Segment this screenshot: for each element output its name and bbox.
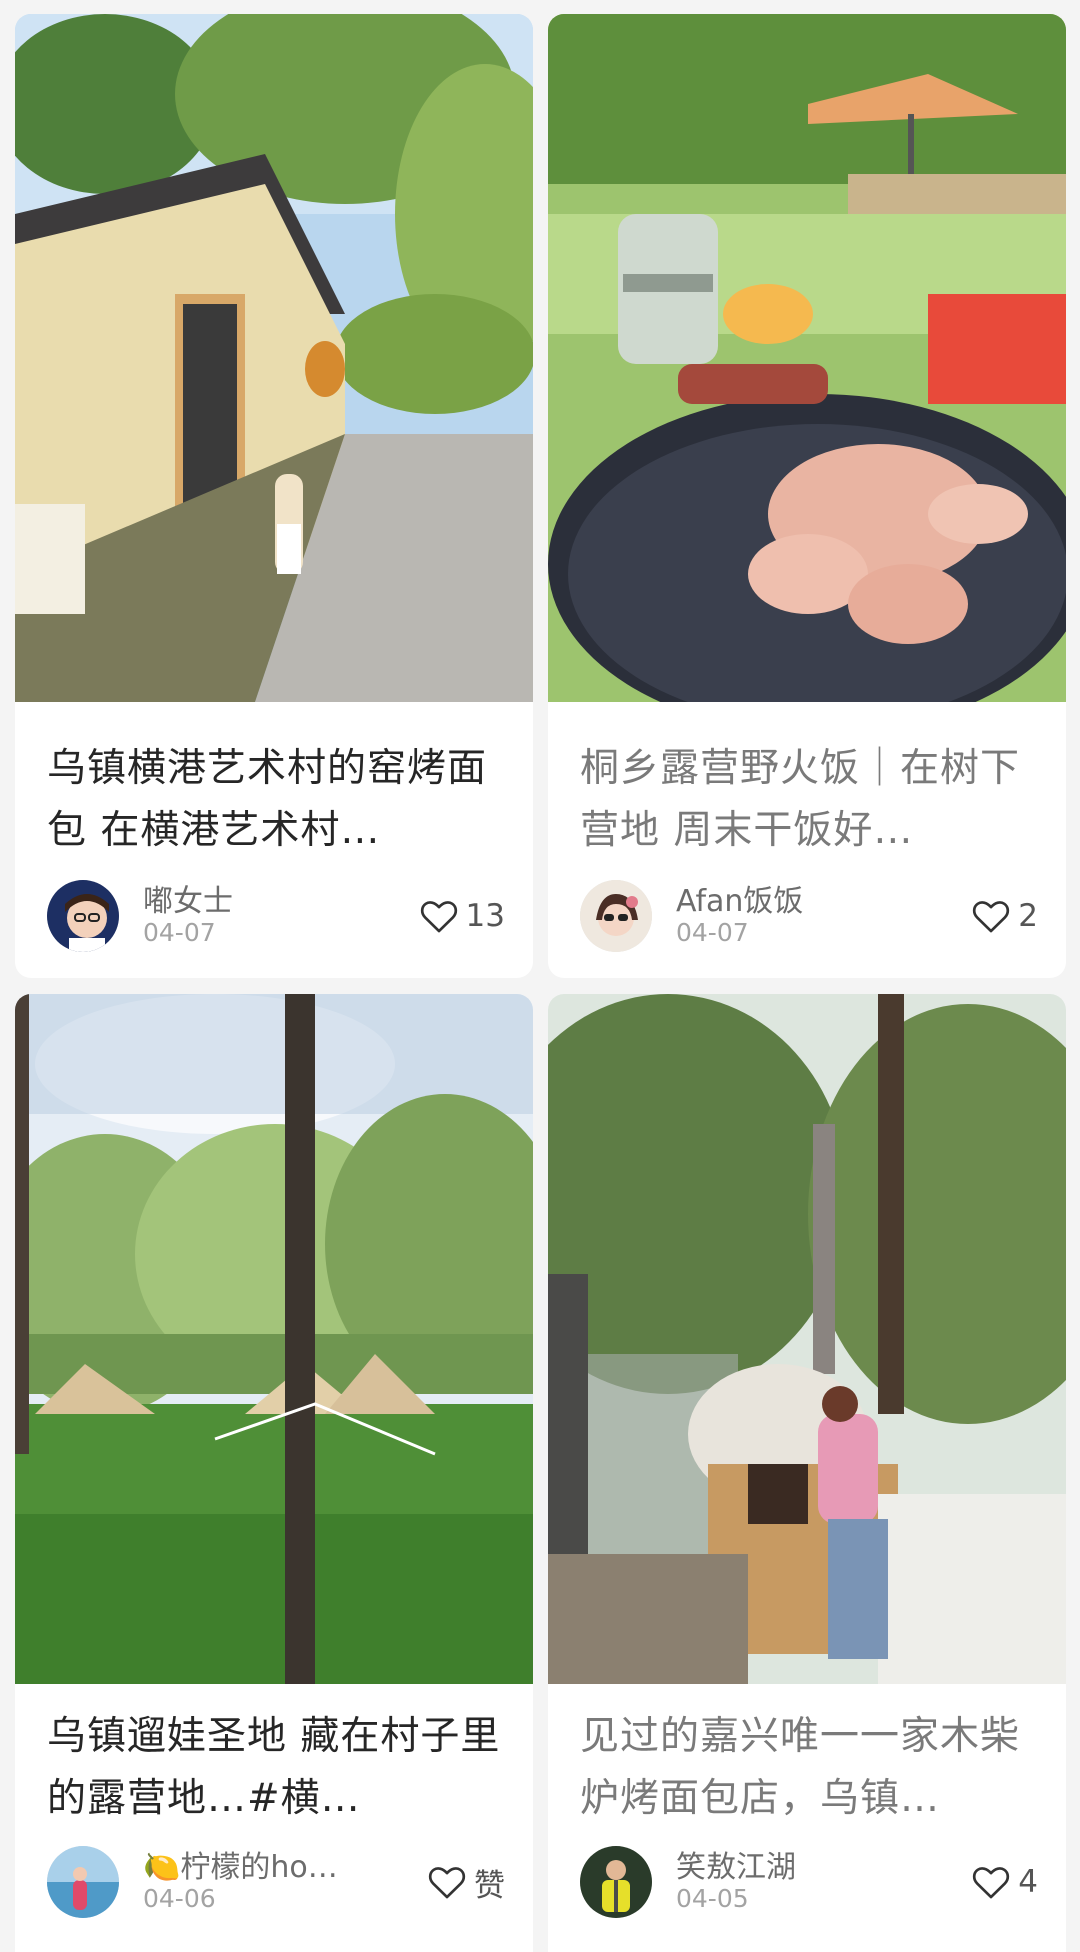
- author-row[interactable]: 嘟女士 04-07 13: [47, 876, 505, 954]
- note-card[interactable]: 见过的嘉兴唯一一家木柴炉烤面包店，乌镇… 笑敖江湖 04-05 4: [548, 994, 1066, 1952]
- post-date: 04-07: [143, 918, 216, 947]
- heart-outline-icon: [420, 898, 458, 934]
- note-feed: 乌镇横港艺术村的窑烤面包 在横港艺术村… 嘟女士 04-07 13 桐乡露营野火…: [0, 0, 1080, 1952]
- like-count: 4: [1018, 1864, 1038, 1900]
- note-title[interactable]: 桐乡露营野火饭｜在树下营地 周末干饭好…: [580, 738, 1038, 862]
- note-title[interactable]: 乌镇遛娃圣地 藏在村子里的露营地…#横…: [47, 1706, 505, 1830]
- avatar[interactable]: [580, 880, 652, 952]
- like-count: 13: [465, 898, 505, 934]
- note-card[interactable]: 乌镇遛娃圣地 藏在村子里的露营地…#横… 🍋柠檬的ho… 04-06 赞: [15, 994, 533, 1952]
- note-cover-image-wood-oven[interactable]: [548, 994, 1066, 1684]
- like-button[interactable]: 2: [972, 894, 1038, 938]
- like-count: 赞: [474, 1867, 505, 1904]
- heart-outline-icon: [972, 1864, 1010, 1900]
- author-row[interactable]: Afan饭饭 04-07 2: [580, 876, 1038, 954]
- note-title[interactable]: 见过的嘉兴唯一一家木柴炉烤面包店，乌镇…: [580, 1706, 1038, 1830]
- note-cover-image-bakery-house[interactable]: [15, 14, 533, 702]
- heart-outline-icon: [972, 898, 1010, 934]
- author-name[interactable]: 嘟女士: [143, 876, 233, 920]
- avatar[interactable]: [47, 1846, 119, 1918]
- note-cover-image-camping-meadow[interactable]: [15, 994, 533, 1684]
- like-button[interactable]: 4: [972, 1860, 1038, 1904]
- note-cover-image-grill-pan[interactable]: [548, 14, 1066, 702]
- post-date: 04-07: [676, 918, 749, 947]
- author-name[interactable]: Afan饭饭: [676, 876, 803, 920]
- avatar[interactable]: [580, 1846, 652, 1918]
- author-row[interactable]: 笑敖江湖 04-05 4: [580, 1842, 1038, 1920]
- author-name[interactable]: 🍋柠檬的ho…: [143, 1842, 338, 1886]
- author-row[interactable]: 🍋柠檬的ho… 04-06 赞: [47, 1842, 505, 1920]
- post-date: 04-06: [143, 1884, 216, 1913]
- note-title[interactable]: 乌镇横港艺术村的窑烤面包 在横港艺术村…: [47, 738, 505, 862]
- avatar[interactable]: [47, 880, 119, 952]
- like-count: 2: [1018, 898, 1038, 934]
- like-button[interactable]: 赞: [428, 1860, 505, 1904]
- post-date: 04-05: [676, 1884, 749, 1913]
- author-name[interactable]: 笑敖江湖: [676, 1842, 796, 1886]
- note-card[interactable]: 乌镇横港艺术村的窑烤面包 在横港艺术村… 嘟女士 04-07 13: [15, 14, 533, 978]
- like-button[interactable]: 13: [420, 894, 505, 938]
- heart-outline-icon: [428, 1864, 466, 1900]
- note-card[interactable]: 桐乡露营野火饭｜在树下营地 周末干饭好… Afan饭饭 04-07 2: [548, 14, 1066, 978]
